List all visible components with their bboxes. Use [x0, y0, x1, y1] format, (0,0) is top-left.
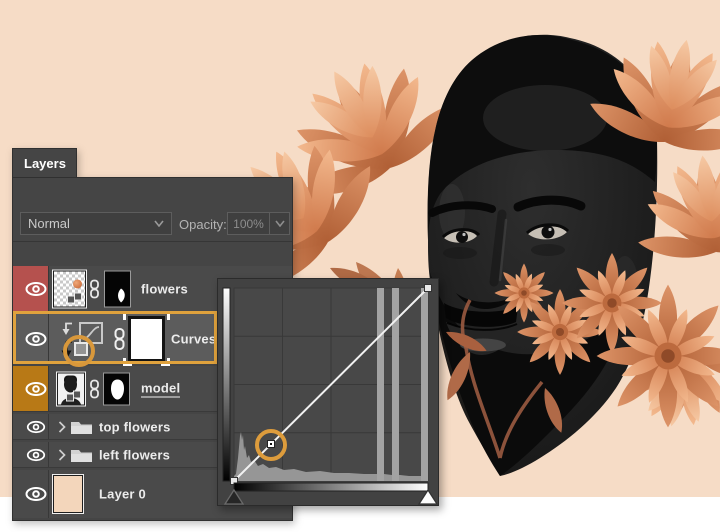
chevron-right-icon[interactable] — [58, 420, 66, 433]
blend-mode-value: Normal — [28, 216, 70, 231]
photoshop-tutorial-screenshot: Layers Normal Opacity: 100% flowers Curv… — [0, 0, 720, 532]
layer-mask-thumbnail[interactable] — [103, 372, 130, 405]
layer-thumbnail[interactable] — [56, 371, 86, 406]
layer-name[interactable]: model — [141, 380, 181, 397]
eye-icon[interactable] — [26, 448, 46, 461]
chevron-down-icon — [274, 220, 285, 227]
clipped-badge-icon — [67, 292, 83, 304]
link-icon — [90, 379, 99, 398]
curves-editor[interactable] — [218, 279, 439, 505]
layer-thumbnail[interactable] — [52, 474, 84, 514]
histogram-spike — [377, 288, 384, 481]
eye-icon[interactable] — [25, 281, 47, 296]
layer-mask-thumbnail[interactable] — [104, 270, 131, 307]
portrait-head — [427, 34, 658, 477]
highlight-input-slider[interactable] — [417, 488, 439, 505]
eye-icon[interactable] — [25, 381, 47, 396]
group-name[interactable]: left flowers — [99, 447, 170, 462]
opacity-label: Opacity: — [179, 217, 227, 232]
histogram-spike — [421, 288, 428, 481]
layers-panel-title: Layers — [24, 155, 66, 171]
output-gradient-bar — [222, 287, 231, 482]
clip-button-annotation-circle — [63, 335, 95, 367]
folder-icon — [71, 421, 92, 434]
opacity-value: 100% — [233, 216, 264, 231]
eye-icon[interactable] — [25, 487, 47, 502]
layer-name[interactable]: flowers — [141, 281, 188, 296]
group-name[interactable]: top flowers — [99, 419, 171, 434]
layers-panel-tab[interactable]: Layers — [12, 148, 77, 177]
chevron-right-icon[interactable] — [58, 448, 66, 461]
eye-icon[interactable] — [26, 420, 46, 433]
folder-icon — [71, 449, 92, 462]
curve-midpoint-dot — [270, 443, 272, 445]
curves-layer-highlight-rectangle — [13, 311, 217, 364]
curves-properties-dialog — [217, 278, 439, 506]
curve-highlight-handle[interactable] — [424, 284, 432, 292]
layer-name[interactable]: Layer 0 — [99, 487, 146, 502]
chevron-down-icon — [154, 220, 164, 227]
thumbnail-flower-preview — [73, 279, 82, 288]
opacity-select[interactable]: 100% — [227, 212, 290, 235]
blend-mode-select[interactable]: Normal — [20, 212, 172, 235]
clipped-badge-icon — [66, 390, 82, 402]
shadow-input-slider[interactable] — [223, 488, 245, 505]
layer-thumbnail[interactable] — [52, 269, 87, 308]
input-gradient-bar — [233, 482, 429, 492]
divider — [13, 241, 292, 242]
link-icon — [90, 279, 99, 298]
